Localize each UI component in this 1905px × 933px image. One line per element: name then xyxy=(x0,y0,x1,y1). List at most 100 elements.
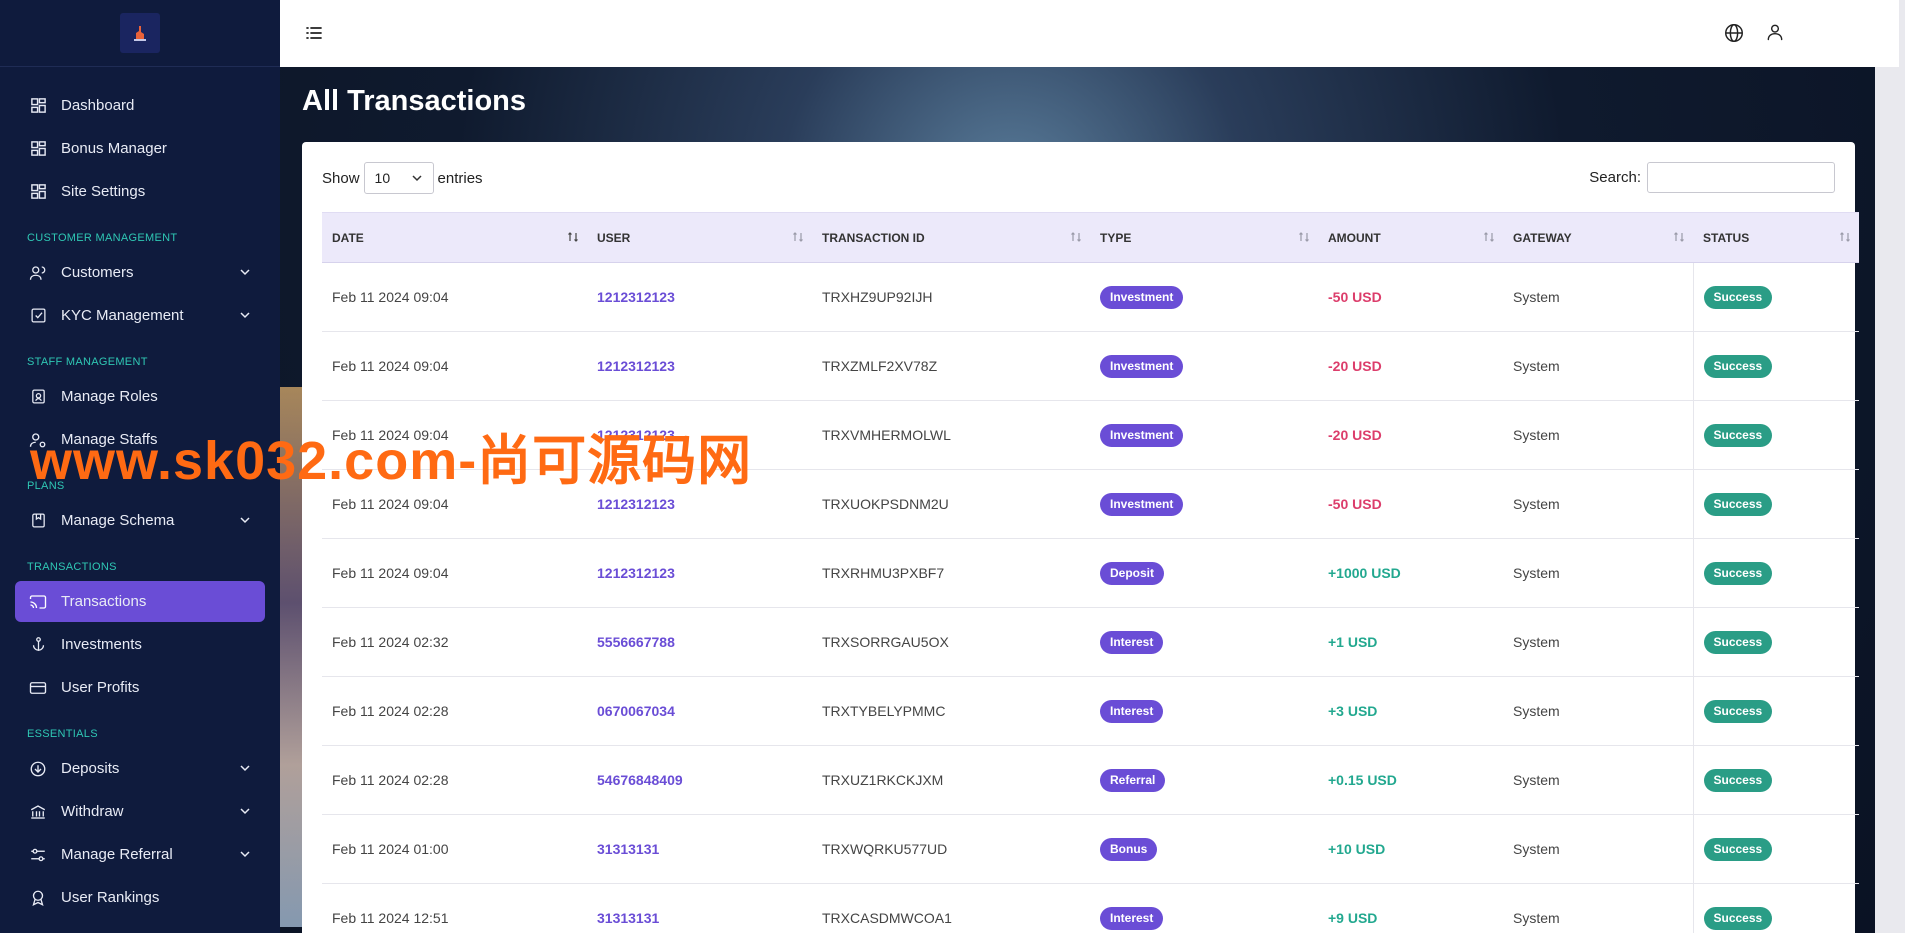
column-header-date[interactable]: DATE xyxy=(322,212,587,263)
entries-select[interactable]: 10 xyxy=(363,162,434,194)
section-title: TRANSACTIONS xyxy=(27,561,117,573)
sidebar-item-kyc-management[interactable]: KYC Management xyxy=(15,295,265,336)
entries-value: 10 xyxy=(374,170,391,186)
sidebar-item-dashboard[interactable]: Dashboard xyxy=(15,85,265,126)
chevron-down-icon[interactable] xyxy=(239,308,251,325)
user-link[interactable]: 0670067034 xyxy=(587,676,812,746)
transactions-table: DATE USER TRANSACTION ID TYPE AMOUNT GATEWAY S… xyxy=(322,212,1859,933)
table-row: Feb 11 2024 02:28 0670067034 TRXTYBELYPMMC… xyxy=(322,676,1859,746)
user-link[interactable]: 1212312123 xyxy=(587,538,812,608)
users-icon xyxy=(29,264,47,282)
user-link[interactable]: 54676848409 xyxy=(587,745,812,815)
table-row: Feb 11 2024 09:04 1212312123 TRXZMLF2XV78Z… xyxy=(322,331,1859,401)
user-link[interactable]: 1212312123 xyxy=(587,262,812,332)
main-content: All Transactions Show 10 entries Search:… xyxy=(280,67,1905,933)
status-badge: Success xyxy=(1703,837,1773,861)
column-header-amount[interactable]: AMOUNT xyxy=(1318,212,1503,263)
status-cell: Success xyxy=(1692,814,1859,884)
type-cell: Investment xyxy=(1090,331,1318,401)
amount-cell: +3 USD xyxy=(1318,676,1503,746)
sort-icon[interactable] xyxy=(567,231,579,246)
sidebar-item-customers[interactable]: Customers xyxy=(15,252,265,293)
date-cell: Feb 11 2024 02:28 xyxy=(322,676,587,746)
table-body: Feb 11 2024 09:04 1212312123 TRXHZ9UP92IJH… xyxy=(322,262,1859,933)
sort-icon[interactable] xyxy=(1298,231,1310,246)
column-header-user[interactable]: USER xyxy=(587,212,812,263)
brand-logo[interactable] xyxy=(120,13,160,53)
sort-icon[interactable] xyxy=(1483,231,1495,246)
type-cell: Interest xyxy=(1090,883,1318,933)
sidebar-item-deposits[interactable]: Deposits xyxy=(15,748,265,789)
column-header-type[interactable]: TYPE xyxy=(1090,212,1318,263)
user-link[interactable]: 1212312123 xyxy=(587,331,812,401)
date-cell: Feb 11 2024 09:04 xyxy=(322,262,587,332)
type-cell: Bonus xyxy=(1090,814,1318,884)
type-badge: Referral xyxy=(1100,768,1166,792)
chevron-down-icon[interactable] xyxy=(239,847,251,864)
status-badge: Success xyxy=(1703,354,1773,378)
column-header-status[interactable]: STATUS xyxy=(1693,212,1859,263)
chevron-down-icon[interactable] xyxy=(239,265,251,282)
arrow-down-circle-icon xyxy=(29,760,47,778)
sidebar-item-manage-schema[interactable]: Manage Schema xyxy=(15,500,265,541)
entries-label: entries xyxy=(437,169,483,187)
type-badge: Investment xyxy=(1100,285,1184,309)
sort-icon[interactable] xyxy=(1673,231,1685,246)
sidebar-item-label: KYC Management xyxy=(61,307,184,324)
gateway-cell: System xyxy=(1503,745,1693,815)
page-title: All Transactions xyxy=(302,85,527,117)
grid-icon xyxy=(29,183,47,201)
sidebar-item-manage-roles[interactable]: Manage Roles xyxy=(15,376,265,417)
sidebar-item-user-rankings[interactable]: User Rankings xyxy=(15,877,265,918)
sidebar-item-site-settings[interactable]: Site Settings xyxy=(15,171,265,212)
table-row: Feb 11 2024 02:28 54676848409 TRXUZ1RKCKJX… xyxy=(322,745,1859,815)
section-title: ESSENTIALS xyxy=(27,728,98,740)
type-cell: Interest xyxy=(1090,607,1318,677)
column-header-gateway[interactable]: GATEWAY xyxy=(1503,212,1693,263)
user-link[interactable]: 31313131 xyxy=(587,814,812,884)
logo-area xyxy=(0,0,280,67)
type-badge: Investment xyxy=(1100,354,1184,378)
date-cell: Feb 11 2024 12:51 xyxy=(322,883,587,933)
status-cell: Success xyxy=(1692,469,1859,539)
sort-icon[interactable] xyxy=(1070,231,1082,246)
column-header-label: STATUS xyxy=(1703,230,1750,245)
transaction-id-cell: TRXWQRKU577UD xyxy=(812,814,1090,884)
user-profile-icon[interactable] xyxy=(1765,22,1785,47)
check-square-icon xyxy=(29,307,47,325)
menu-toggle-icon[interactable] xyxy=(304,23,324,48)
page-scrollbar[interactable] xyxy=(1875,67,1905,933)
sidebar-item-user-profits[interactable]: User Profits xyxy=(15,667,265,708)
sidebar-item-label: Customers xyxy=(61,264,134,281)
sidebar-item-manage-referral[interactable]: Manage Referral xyxy=(15,834,265,875)
user-link[interactable]: 31313131 xyxy=(587,883,812,933)
topbar xyxy=(280,0,1905,67)
transaction-id-cell: TRXVMHERMOLWL xyxy=(812,400,1090,470)
gateway-cell: System xyxy=(1503,607,1693,677)
sidebar-item-withdraw[interactable]: Withdraw xyxy=(15,791,265,832)
sort-icon[interactable] xyxy=(792,231,804,246)
gateway-cell: System xyxy=(1503,814,1693,884)
transaction-id-cell: TRXUZ1RKCKJXM xyxy=(812,745,1090,815)
chevron-down-icon[interactable] xyxy=(239,761,251,778)
sort-icon[interactable] xyxy=(1839,231,1851,246)
column-header-transaction-id[interactable]: TRANSACTION ID xyxy=(812,212,1090,263)
chevron-down-icon[interactable] xyxy=(239,804,251,821)
language-globe-icon[interactable] xyxy=(1723,22,1745,49)
status-cell: Success xyxy=(1692,676,1859,746)
user-link[interactable]: 5556667788 xyxy=(587,607,812,677)
status-cell: Success xyxy=(1692,607,1859,677)
chevron-down-icon[interactable] xyxy=(239,513,251,530)
sidebar-item-bonus-manager[interactable]: Bonus Manager xyxy=(15,128,265,169)
award-icon xyxy=(29,889,47,907)
gateway-cell: System xyxy=(1503,262,1693,332)
status-cell: Success xyxy=(1692,262,1859,332)
transaction-id-cell: TRXUOKPSDNM2U xyxy=(812,469,1090,539)
amount-cell: -50 USD xyxy=(1318,262,1503,332)
sidebar-item-label: Investments xyxy=(61,636,142,653)
search-input[interactable] xyxy=(1647,162,1835,193)
date-cell: Feb 11 2024 02:28 xyxy=(322,745,587,815)
sidebar-item-label: Manage Referral xyxy=(61,846,173,863)
sidebar-item-investments[interactable]: Investments xyxy=(15,624,265,665)
sidebar-item-transactions[interactable]: Transactions xyxy=(15,581,265,622)
